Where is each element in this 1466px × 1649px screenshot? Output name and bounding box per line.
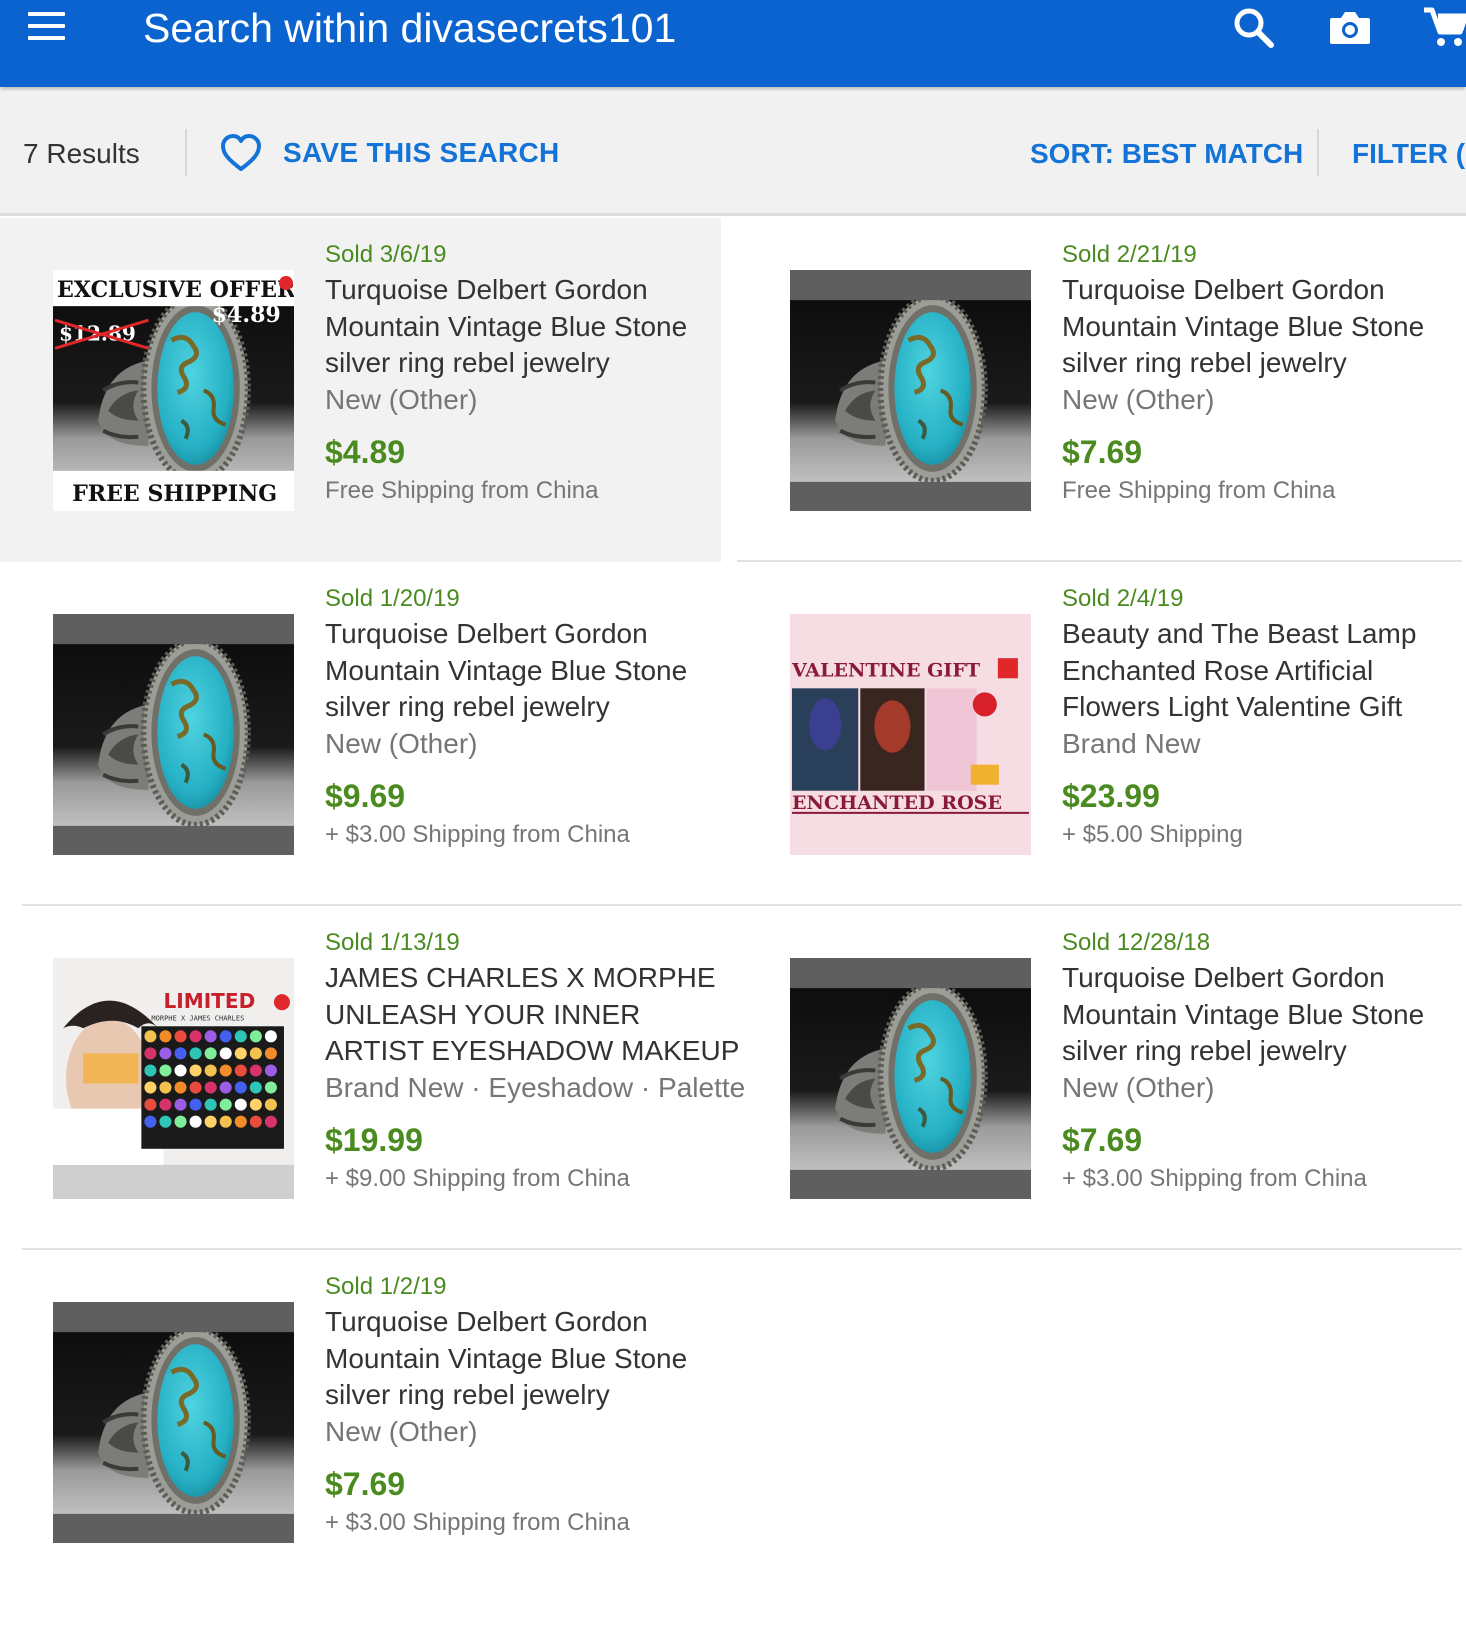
listing-card[interactable]: LIMITED MORPHE X JAMES CHARLES Sold 1/13… [0, 906, 746, 1250]
item-condition: New (Other) [325, 727, 478, 759]
listing-image [790, 958, 1031, 1199]
listing-image [53, 614, 294, 855]
listing-title: Turquoise Delbert Gordon Mountain Vintage… [1062, 962, 1425, 1066]
results-count: 7 Results [23, 138, 140, 169]
listing-card[interactable]: EXCLUSIVE OFFER $12.89 $4.89 FREE SHIPPI… [0, 218, 721, 562]
sold-date: Sold 2/4/19 [1062, 585, 1184, 612]
svg-text:VALENTINE GIFT: VALENTINE GIFT [791, 659, 980, 681]
listing-info: Sold 1/2/19 Turquoise Delbert Gordon Moun… [325, 1272, 720, 1538]
item-price: $7.69 [325, 1465, 406, 1502]
save-search-button[interactable]: SAVE THIS SEARCH [219, 129, 560, 177]
search-icon[interactable] [1228, 2, 1280, 54]
svg-text:EXCLUSIVE OFFER: EXCLUSIVE OFFER [57, 277, 294, 303]
item-price: $23.99 [1062, 777, 1160, 814]
item-price: $7.69 [1062, 433, 1143, 470]
listing-card[interactable]: Sold 1/20/19 Turquoise Delbert Gordon Mou… [0, 562, 743, 906]
camera-icon[interactable] [1324, 2, 1376, 54]
item-price: $7.69 [1062, 1121, 1143, 1158]
listing-info: Sold 2/4/19 Beauty and The Beast Lamp Enc… [1062, 584, 1457, 850]
listing-card[interactable]: Sold 2/21/19 Turquoise Delbert Gordon Mou… [737, 218, 1462, 562]
item-condition: Brand New [1062, 727, 1201, 759]
item-condition: New (Other) [1062, 1071, 1215, 1103]
shipping-info: + $5.00 Shipping [1062, 820, 1243, 848]
listing-info: Sold 1/20/19 Turquoise Delbert Gordon Mou… [325, 584, 720, 850]
toolbar-divider [185, 129, 187, 176]
sold-date: Sold 2/21/19 [1062, 241, 1197, 268]
cart-icon[interactable] [1420, 2, 1466, 54]
sort-button[interactable]: SORT: BEST MATCH [1030, 138, 1303, 170]
toolbar-divider [1317, 129, 1319, 176]
shipping-info: Free Shipping from China [1062, 476, 1336, 504]
listing-image [53, 1302, 294, 1543]
item-condition: New (Other) [325, 383, 478, 415]
search-within-field[interactable]: Search within divasecrets101 [143, 2, 676, 54]
item-price: $4.89 [325, 433, 406, 470]
listing-info: Sold 2/21/19 Turquoise Delbert Gordon Mou… [1062, 240, 1457, 506]
sold-date: Sold 1/13/19 [325, 929, 460, 956]
item-price: $19.99 [325, 1121, 423, 1158]
svg-text:FREE SHIPPING: FREE SHIPPING [72, 481, 277, 507]
svg-text:$4.89: $4.89 [212, 302, 281, 328]
listing-title: Turquoise Delbert Gordon Mountain Vintage… [325, 274, 688, 378]
sold-date: Sold 12/28/18 [1062, 929, 1211, 956]
shipping-info: + $3.00 Shipping from China [325, 1508, 630, 1536]
sold-date: Sold 1/2/19 [325, 1273, 447, 1300]
filter-button[interactable]: FILTER (2 [1352, 138, 1466, 170]
listing-info: Sold 3/6/19 Turquoise Delbert Gordon Moun… [325, 240, 720, 506]
app-bar: Search within divasecrets101 [0, 0, 1466, 87]
listing-info: Sold 1/13/19 JAMES CHARLES X MORPHE UNLEA… [325, 928, 746, 1194]
listing-title: Turquoise Delbert Gordon Mountain Vintage… [325, 618, 688, 722]
sold-date: Sold 1/20/19 [325, 585, 460, 612]
heart-icon [221, 134, 261, 171]
listing-image: EXCLUSIVE OFFER $12.89 $4.89 FREE SHIPPI… [53, 270, 294, 511]
listing-image: VALENTINE GIFT ENCHANTED ROSE [790, 614, 1031, 855]
item-condition: New (Other) [325, 1415, 478, 1447]
shipping-info: Free Shipping from China [325, 476, 599, 504]
shipping-info: + $3.00 Shipping from China [325, 820, 630, 848]
listing-card[interactable]: Sold 12/28/18 Turquoise Delbert Gordon Mo… [737, 906, 1462, 1250]
listing-title: Beauty and The Beast Lamp Enchanted Rose … [1062, 618, 1417, 722]
listing-title: JAMES CHARLES X MORPHE UNLEASH YOUR INNER… [325, 962, 740, 1066]
item-price: $9.69 [325, 777, 406, 814]
svg-text:ENCHANTED ROSE: ENCHANTED ROSE [792, 792, 1002, 814]
eyeshadow-palette [144, 1030, 277, 1128]
listing-card[interactable]: VALENTINE GIFT ENCHANTED ROSE Sold 2/4/1… [737, 562, 1462, 906]
listing-title: Turquoise Delbert Gordon Mountain Vintage… [325, 1306, 688, 1410]
shipping-info: + $9.00 Shipping from China [325, 1164, 630, 1192]
listing-image [790, 270, 1031, 511]
row-divider [737, 1248, 1462, 1250]
listing-image: LIMITED MORPHE X JAMES CHARLES [53, 958, 294, 1199]
results-toolbar: 7 Results SAVE THIS SEARCH SORT: BEST MA… [0, 91, 1466, 216]
shipping-info: + $3.00 Shipping from China [1062, 1164, 1367, 1192]
listing-card[interactable]: Sold 1/2/19 Turquoise Delbert Gordon Moun… [0, 1250, 743, 1594]
item-condition: New (Other) [1062, 383, 1215, 415]
menu-icon[interactable] [28, 12, 66, 42]
sold-date: Sold 3/6/19 [325, 241, 447, 268]
listing-title: Turquoise Delbert Gordon Mountain Vintage… [1062, 274, 1425, 378]
listing-info: Sold 12/28/18 Turquoise Delbert Gordon Mo… [1062, 928, 1457, 1194]
item-condition: Brand New · Eyeshadow · Palette [325, 1071, 746, 1103]
save-search-label: SAVE THIS SEARCH [283, 137, 560, 168]
